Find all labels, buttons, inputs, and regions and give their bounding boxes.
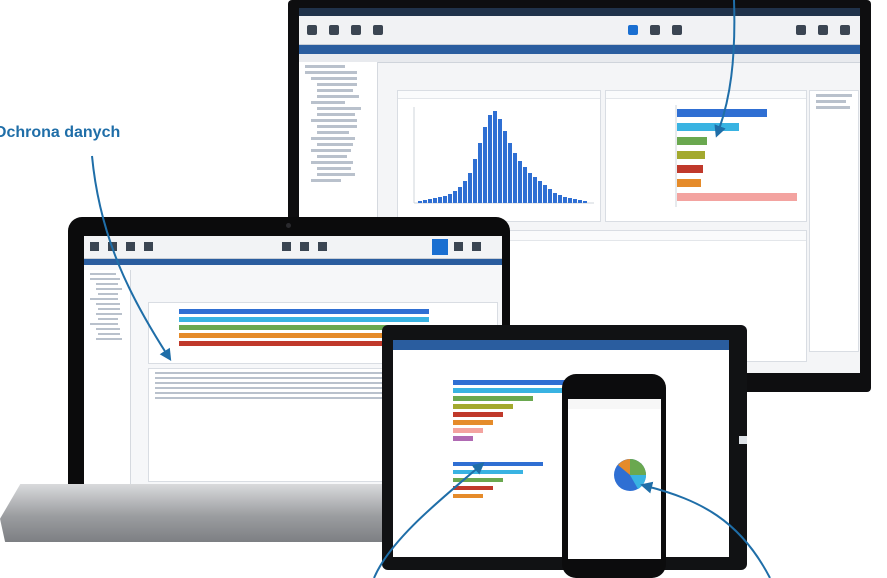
callout-arrows bbox=[91, 0, 771, 578]
arrow-phone bbox=[640, 481, 771, 578]
arrow-laptop bbox=[91, 155, 172, 362]
arrow-monitor bbox=[714, 0, 736, 138]
arrow-tablet bbox=[373, 462, 485, 578]
